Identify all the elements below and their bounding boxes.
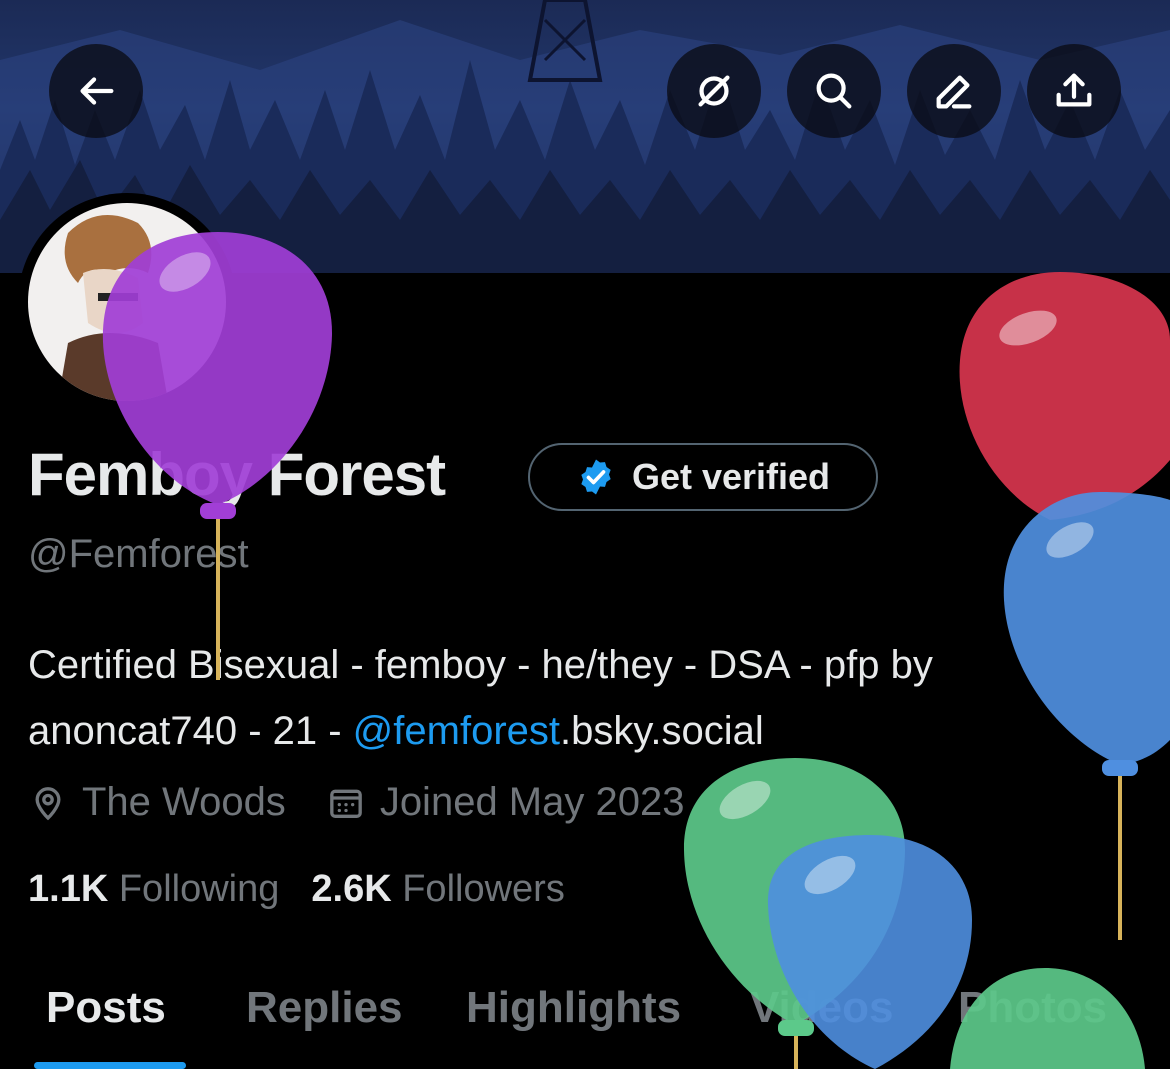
avatar-image (28, 203, 226, 401)
following-count: 1.1K (28, 868, 109, 910)
followers-link[interactable]: 2.6K Followers (311, 868, 564, 911)
profile-avatar[interactable] (18, 193, 236, 411)
profile-name-row: Femboy Forest (28, 440, 446, 509)
get-verified-button[interactable]: Get verified (528, 443, 878, 511)
profile-tabs: Posts Replies Highlights Videos Photos (0, 975, 1170, 1069)
get-verified-label: Get verified (631, 456, 831, 497)
share-icon (1056, 73, 1092, 107)
grok-button[interactable] (667, 44, 761, 138)
calendar-icon (329, 789, 362, 818)
search-icon (816, 73, 852, 109)
profile-name: Femboy Forest (28, 441, 446, 508)
search-button[interactable] (787, 44, 881, 138)
location-pin-icon (35, 786, 61, 820)
red-balloon (959, 272, 1170, 520)
joined-text: Joined May 2023 (379, 780, 685, 824)
share-button[interactable] (1027, 44, 1121, 138)
tab-videos[interactable]: Videos (750, 983, 893, 1033)
edit-button[interactable] (907, 44, 1001, 138)
grok-icon (698, 75, 730, 107)
profile-meta: The Woods Joined May 2023 (28, 780, 724, 825)
edit-icon (936, 75, 972, 109)
tab-posts[interactable]: Posts (46, 983, 166, 1033)
verified-badge-icon (581, 459, 611, 495)
profile-bio: Certified Bisexual - femboy - he/they - … (28, 632, 1148, 764)
bio-mention-link[interactable]: @femforest (353, 709, 560, 753)
following-link[interactable]: 1.1K Following (28, 868, 279, 911)
profile-handle: @Femforest (28, 532, 249, 576)
tab-replies[interactable]: Replies (246, 983, 403, 1033)
joined-item: Joined May 2023 (326, 780, 685, 825)
profile-stats: 1.1K Following 2.6K Followers (28, 868, 597, 911)
tab-highlights[interactable]: Highlights (466, 983, 681, 1033)
location-item: The Woods (28, 780, 286, 825)
tab-photos[interactable]: Photos (958, 983, 1107, 1033)
following-label: Following (118, 868, 280, 910)
active-tab-indicator (34, 1062, 186, 1069)
bio-suffix: .bsky.social (560, 709, 764, 753)
back-arrow-icon (80, 77, 114, 105)
followers-label: Followers (402, 868, 565, 910)
followers-count: 2.6K (311, 868, 392, 910)
back-button[interactable] (49, 44, 143, 138)
location-text: The Woods (82, 780, 286, 824)
